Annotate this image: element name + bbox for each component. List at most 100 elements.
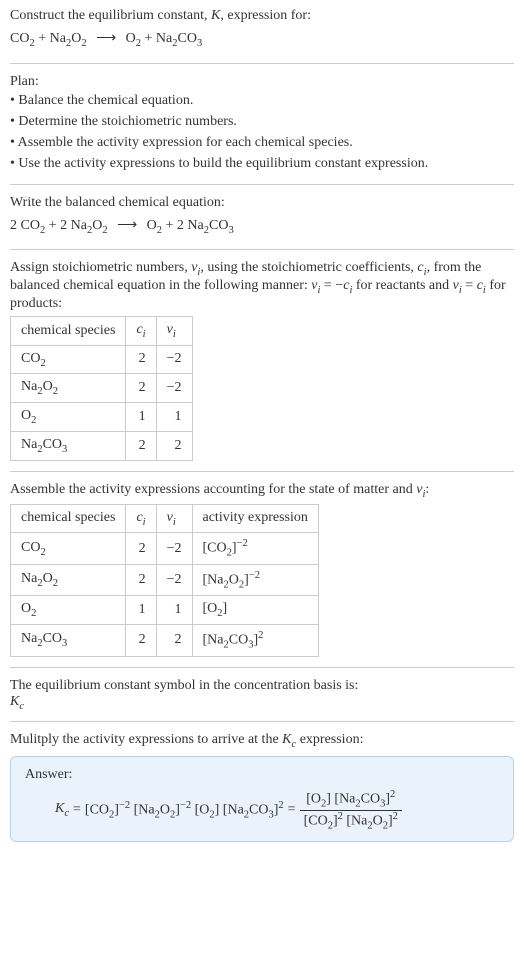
table-row: O2 1 1 [O2] bbox=[11, 596, 319, 625]
na2o2-na: Na bbox=[50, 31, 66, 46]
stoich-table: chemical species ci νi CO2 2 −2 Na2O2 2 … bbox=[10, 316, 193, 461]
asp0a: CO bbox=[21, 540, 40, 555]
table-row: O2 1 1 bbox=[11, 403, 193, 432]
bal-osub: 2 bbox=[102, 224, 107, 235]
table-row: CO2 2 −2 [CO2]−2 bbox=[11, 533, 319, 564]
th2-activity: activity expression bbox=[192, 504, 318, 533]
kc-lhs: Kc bbox=[55, 801, 69, 819]
divider bbox=[10, 63, 514, 64]
divider bbox=[10, 184, 514, 185]
cell-ci-0: 2 bbox=[126, 345, 156, 374]
mul-t2: expression: bbox=[296, 732, 363, 747]
table-header-row: chemical species ci νi bbox=[11, 316, 193, 345]
stoich-text: Assign stoichiometric numbers, νi, using… bbox=[10, 260, 514, 312]
table-row: Na2O2 2 −2 bbox=[11, 374, 193, 403]
bal-na2: Na bbox=[187, 218, 203, 233]
divider bbox=[10, 721, 514, 722]
kc-num: [O2] [Na2CO3]2 bbox=[300, 789, 402, 810]
bal-plus1: + bbox=[49, 218, 60, 233]
o2-p: O bbox=[126, 31, 136, 46]
cell-species: CO2 bbox=[11, 345, 126, 374]
cell-activity-0: [CO2]−2 bbox=[192, 533, 318, 564]
cell-nui-2: 1 bbox=[156, 403, 192, 432]
table-row: Na2CO3 2 2 bbox=[11, 431, 193, 460]
multiply-section: Mulitply the activity expressions to arr… bbox=[10, 732, 514, 842]
acell-ci-1: 2 bbox=[126, 564, 156, 595]
bal-o: O bbox=[92, 218, 102, 233]
st-eq2b: = bbox=[462, 278, 477, 293]
bal-o2sub: 2 bbox=[157, 224, 162, 235]
cb-c: c bbox=[19, 700, 24, 711]
bal-co2: CO bbox=[21, 218, 40, 233]
bal-na: Na bbox=[71, 218, 87, 233]
cell-species: Na2O2 bbox=[11, 564, 126, 595]
na2o2-sub2: 2 bbox=[81, 38, 86, 49]
sp2a: O bbox=[21, 408, 31, 423]
cb-k: K bbox=[10, 694, 19, 709]
bal-arrow: ⟶ bbox=[117, 218, 137, 233]
na2co3-na: Na bbox=[156, 31, 172, 46]
asp1a: Na bbox=[21, 571, 37, 586]
answer-label: Answer: bbox=[25, 767, 499, 783]
asp1c: O bbox=[43, 571, 53, 586]
plus1: + bbox=[38, 31, 49, 46]
st-t4: for reactants and bbox=[352, 278, 452, 293]
balanced-equation: 2 CO2 + 2 Na2O2 ⟶ O2 + 2 Na2CO3 bbox=[10, 215, 514, 240]
sp0b: 2 bbox=[40, 357, 45, 368]
na2o2-o: O bbox=[71, 31, 81, 46]
bal-o2: O bbox=[147, 218, 157, 233]
table-header-row: chemical species ci νi activity expressi… bbox=[11, 504, 319, 533]
act-t1: Assemble the activity expressions accoun… bbox=[10, 482, 416, 497]
bal-c3: 2 bbox=[177, 218, 188, 233]
cell-activity-3: [Na2CO3]2 bbox=[192, 625, 318, 656]
plan-list: Balance the chemical equation. Determine… bbox=[10, 90, 514, 174]
asp2a: O bbox=[21, 601, 31, 616]
plan-item-2: Assemble the activity expression for eac… bbox=[10, 132, 514, 153]
activity-table: chemical species ci νi activity expressi… bbox=[10, 504, 319, 657]
cell-ci-2: 1 bbox=[126, 403, 156, 432]
intro-line1b: , expression for: bbox=[220, 8, 311, 23]
th2-nui-i: i bbox=[173, 516, 176, 527]
concbasis-section: The equilibrium constant symbol in the c… bbox=[10, 678, 514, 712]
cell-nui-0: −2 bbox=[156, 345, 192, 374]
cell-nui-1: −2 bbox=[156, 374, 192, 403]
cb-line1: The equilibrium constant symbol in the c… bbox=[10, 678, 514, 694]
th2-species: chemical species bbox=[11, 504, 126, 533]
plan-section: Plan: Balance the chemical equation. Det… bbox=[10, 74, 514, 174]
kc-eq2: = bbox=[288, 802, 296, 818]
cb-kc: Kc bbox=[10, 694, 514, 712]
multiply-text: Mulitply the activity expressions to arr… bbox=[10, 732, 514, 750]
intro-equation: CO2 + Na2O2 ⟶ O2 + Na2CO3 bbox=[10, 28, 514, 53]
activity-text: Assemble the activity expressions accoun… bbox=[10, 482, 514, 500]
co2-r: CO bbox=[10, 31, 29, 46]
cell-species: Na2CO3 bbox=[11, 431, 126, 460]
asp1d: 2 bbox=[53, 578, 58, 589]
kc-den: [CO2]2 [Na2O2]2 bbox=[300, 811, 402, 831]
sp3c: CO bbox=[43, 437, 62, 452]
divider bbox=[10, 249, 514, 250]
acell-ci-3: 2 bbox=[126, 625, 156, 656]
cell-nui-3: 2 bbox=[156, 431, 192, 460]
th-species: chemical species bbox=[11, 316, 126, 345]
intro-text: Construct the equilibrium constant, K, e… bbox=[10, 8, 514, 24]
table-row: CO2 2 −2 bbox=[11, 345, 193, 374]
bal-co3sub: 3 bbox=[228, 224, 233, 235]
divider bbox=[10, 667, 514, 668]
cell-species: O2 bbox=[11, 403, 126, 432]
st-eq1b: = − bbox=[320, 278, 343, 293]
intro-k: K bbox=[211, 8, 220, 23]
acell-nui-0: −2 bbox=[156, 533, 192, 564]
plus2: + bbox=[145, 31, 156, 46]
th2-nui: νi bbox=[156, 504, 192, 533]
balanced-label: Write the balanced chemical equation: bbox=[10, 195, 514, 211]
na2co3-sub2: 3 bbox=[197, 38, 202, 49]
table-row: Na2CO3 2 2 [Na2CO3]2 bbox=[11, 625, 319, 656]
mul-t1: Mulitply the activity expressions to arr… bbox=[10, 732, 282, 747]
co2-sub: 2 bbox=[29, 38, 34, 49]
o2-sub: 2 bbox=[136, 38, 141, 49]
divider bbox=[10, 471, 514, 472]
kc-eq1: = bbox=[73, 802, 81, 818]
cell-ci-3: 2 bbox=[126, 431, 156, 460]
bal-co2-sub: 2 bbox=[40, 224, 45, 235]
cell-species: O2 bbox=[11, 596, 126, 625]
